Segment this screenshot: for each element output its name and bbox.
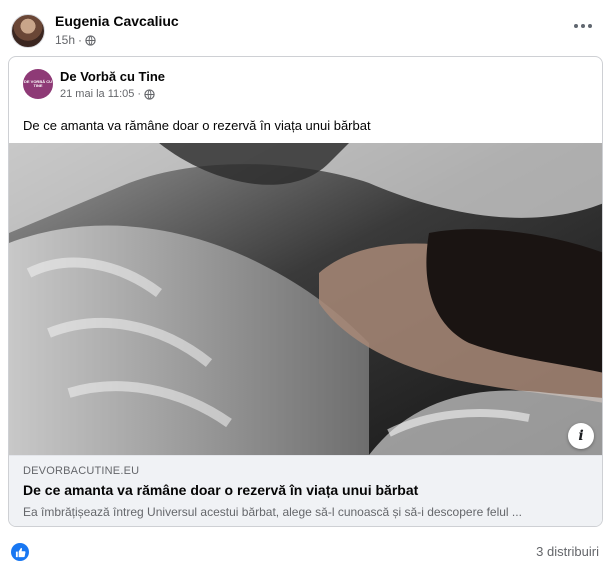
- page-logo-text: DE VORBĂ CU TINE: [23, 79, 52, 88]
- post-header: Eugenia Cavcaliuc 15h ·: [0, 0, 612, 56]
- post-photo[interactable]: i: [9, 143, 602, 455]
- like-icon[interactable]: [11, 543, 29, 561]
- post-footer: 3 distribuiri: [0, 534, 612, 572]
- post-time[interactable]: 15h: [55, 33, 75, 47]
- link-description: Ea îmbrățișează întreg Universul acestui…: [23, 505, 522, 519]
- link-title[interactable]: De ce amanta va rămâne doar o rezervă în…: [23, 482, 418, 498]
- post-meta: 15h ·: [55, 33, 96, 47]
- page-avatar[interactable]: DE VORBĂ CU TINE: [23, 69, 53, 99]
- more-options-button[interactable]: [571, 16, 595, 36]
- link-preview[interactable]: DEVORBACUTINE.EU De ce amanta va rămâne …: [9, 455, 602, 526]
- shared-post-date[interactable]: 21 mai la 11:05: [60, 88, 134, 100]
- shared-post-meta: 21 mai la 11:05 ·: [60, 88, 155, 100]
- author-name[interactable]: Eugenia Cavcaliuc: [55, 13, 179, 29]
- photo-illustration: [9, 143, 602, 455]
- shared-post-card[interactable]: DE VORBĂ CU TINE De Vorbă cu Tine 21 mai…: [8, 56, 603, 527]
- meta-separator: ·: [137, 88, 142, 100]
- globe-icon: [85, 34, 96, 46]
- thumbs-up-icon: [15, 547, 25, 557]
- meta-separator: ·: [78, 33, 83, 47]
- more-dot: [581, 24, 585, 28]
- more-dot: [588, 24, 592, 28]
- globe-icon: [144, 88, 155, 100]
- page-name[interactable]: De Vorbă cu Tine: [60, 69, 165, 84]
- link-domain: DEVORBACUTINE.EU: [23, 465, 140, 477]
- post-text: De ce amanta va rămâne doar o rezervă în…: [23, 118, 371, 133]
- more-horizontal-icon: [574, 24, 578, 28]
- shares-count[interactable]: 3 distribuiri: [536, 544, 599, 559]
- info-icon[interactable]: i: [568, 423, 594, 449]
- author-avatar[interactable]: [11, 14, 45, 48]
